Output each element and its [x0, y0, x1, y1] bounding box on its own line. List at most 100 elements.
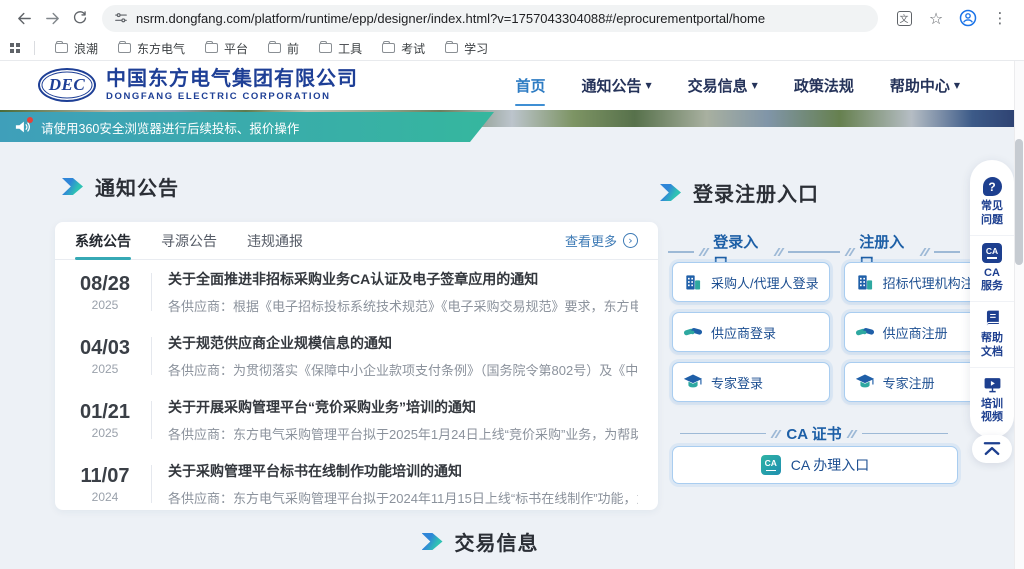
folder-icon [118, 43, 131, 53]
speaker-icon [14, 119, 32, 135]
notice-date: 11/072024 [67, 464, 143, 504]
section-title: 登录注册入口 [693, 178, 819, 207]
nav-notices[interactable]: 通知公告▼ [581, 71, 651, 100]
nav-trade-info[interactable]: 交易信息▼ [688, 71, 758, 100]
company-name-cn: 中国东方电气集团有限公司 [106, 68, 358, 91]
notices-card: 系统公告 寻源公告 违规通报 查看更多 › 08/282025 关于全面推进非招… [55, 222, 658, 510]
building-icon [855, 272, 875, 292]
chevron-down-icon: ▼ [752, 81, 758, 90]
url-text[interactable]: nsrm.dongfang.com/platform/runtime/epp/d… [136, 11, 765, 26]
notice-date: 04/032025 [67, 336, 143, 376]
graduation-cap-icon [683, 372, 703, 392]
folder-icon [319, 43, 332, 53]
notice-title[interactable]: 关于全面推进非招标采购业务CA认证及电子签章应用的通知 [168, 269, 638, 289]
list-item[interactable]: 04/032025 关于规范供应商企业规模信息的通知 各供应商：为贯彻落实《保障… [55, 324, 658, 388]
browser-menu-icon[interactable]: ⋮ [986, 4, 1014, 32]
ca-service-item[interactable]: CA CA 服务 [970, 235, 1014, 302]
chevron-down-icon: ▼ [645, 81, 651, 90]
folder-icon [445, 43, 458, 53]
back-to-top-button[interactable] [972, 435, 1012, 463]
section-arrow-icon [422, 533, 443, 550]
graduation-cap-icon [855, 372, 875, 392]
apps-grid-icon[interactable] [10, 43, 20, 53]
training-video-item[interactable]: 培训视频 [970, 367, 1014, 433]
bookmark-folder[interactable]: 东方电气 [118, 40, 185, 57]
ca-apply-button[interactable]: CA CA 办理入口 [672, 446, 958, 484]
main-nav: 首页 通知公告▼ 交易信息▼ 政策法规 帮助中心▼ [515, 61, 960, 110]
login-section-heading: 登录注册入口 [660, 178, 819, 207]
supplier-login-button[interactable]: 供应商登录 [672, 312, 830, 352]
notices-section-heading: 通知公告 [62, 172, 179, 201]
list-item[interactable]: 11/072024 关于采购管理平台标书在线制作功能培训的通知 各供应商：东方电… [55, 452, 658, 516]
section-arrow-icon [660, 184, 681, 201]
notice-title[interactable]: 关于开展采购管理平台“竞价采购业务”培训的通知 [168, 397, 638, 417]
divider [151, 337, 152, 375]
reload-icon[interactable] [66, 4, 94, 32]
buyer-agent-login-button[interactable]: 采购人/代理人登录 [672, 262, 830, 302]
notices-tabs-row: 系统公告 寻源公告 违规通报 查看更多 › [55, 222, 658, 260]
bookmark-folder[interactable]: 平台 [205, 40, 248, 57]
notice-title[interactable]: 关于规范供应商企业规模信息的通知 [168, 333, 638, 353]
divider [34, 41, 35, 55]
training-video-icon [983, 375, 1002, 394]
tab-system-notices[interactable]: 系统公告 [75, 222, 131, 260]
view-more-link[interactable]: 查看更多 › [565, 231, 638, 250]
section-title: 交易信息 [455, 527, 539, 556]
ca-icon: CA [982, 243, 1002, 263]
divider [151, 465, 152, 503]
chevron-down-icon: ▼ [954, 81, 960, 90]
bookmark-folder[interactable]: 工具 [319, 40, 362, 57]
list-item[interactable]: 08/282025 关于全面推进非招标采购业务CA认证及电子签章应用的通知 各供… [55, 260, 658, 324]
bookmark-folder[interactable]: 前 [268, 40, 299, 57]
browser-window: nsrm.dongfang.com/platform/runtime/epp/d… [0, 0, 1024, 569]
company-logo[interactable]: DEC 中国东方电气集团有限公司 DONGFANG ELECTRIC CORPO… [38, 68, 358, 102]
tab-violation-reports[interactable]: 违规通报 [247, 222, 303, 260]
faq-item[interactable]: ? 常见问题 [970, 170, 1014, 235]
section-title: 通知公告 [95, 172, 179, 201]
scrollbar[interactable] [1014, 61, 1024, 569]
browser-toolbar: nsrm.dongfang.com/platform/runtime/epp/d… [0, 0, 1024, 36]
folder-icon [382, 43, 395, 53]
nav-policies[interactable]: 政策法规 [794, 71, 854, 100]
entry-buttons-grid: 采购人/代理人登录 招标代理机构注册 供应商登录 供应商注册 专家登录 专家注册 [672, 262, 958, 402]
folder-icon [55, 43, 68, 53]
handshake-icon [683, 322, 703, 342]
translate-icon[interactable]: 文 [890, 4, 918, 32]
ca-icon: CA [761, 455, 781, 475]
nav-help-center[interactable]: 帮助中心▼ [890, 71, 960, 100]
folder-icon [205, 43, 218, 53]
building-icon [683, 272, 703, 292]
forward-icon[interactable] [38, 4, 66, 32]
site-header: DEC 中国东方电气集团有限公司 DONGFANG ELECTRIC CORPO… [0, 61, 1024, 110]
expert-login-button[interactable]: 专家登录 [672, 362, 830, 402]
quick-sidebar: ? 常见问题 CA CA 服务 帮助文档 培训视频 [970, 160, 1014, 438]
bookmarks-bar: 浪潮 东方电气 平台 前 工具 考试 学习 [0, 36, 1024, 61]
company-name-en: DONGFANG ELECTRIC CORPORATION [106, 91, 358, 102]
page-body: 通知公告 系统公告 寻源公告 违规通报 查看更多 › 08/282025 [0, 127, 1024, 569]
bookmark-folder[interactable]: 学习 [445, 40, 488, 57]
trade-section-heading: 交易信息 [0, 527, 960, 556]
notice-summary: 各供应商：为贯彻落实《保障中小企业款项支付条例》（国务院令第802号）及《中小企… [168, 360, 638, 379]
help-doc-item[interactable]: 帮助文档 [970, 301, 1014, 367]
notice-title[interactable]: 关于采购管理平台标书在线制作功能培训的通知 [168, 461, 638, 481]
ca-cert-header: CA 证书 [668, 423, 960, 444]
ribbon-text: 请使用360安全浏览器进行后续投标、报价操作 [41, 118, 299, 137]
bookmark-folder[interactable]: 浪潮 [55, 40, 98, 57]
scrollbar-thumb[interactable] [1015, 139, 1023, 265]
browser-notice-ribbon: 请使用360安全浏览器进行后续投标、报价操作 [0, 112, 494, 142]
chevron-right-icon: › [623, 233, 638, 248]
dec-logo-icon: DEC [38, 68, 96, 102]
profile-avatar-icon[interactable] [954, 4, 982, 32]
bookmark-star-icon[interactable]: ☆ [922, 4, 950, 32]
notice-summary: 各供应商：东方电气采购管理平台拟于2024年11月15日上线“标书在线制作”功能… [168, 488, 638, 507]
tab-sourcing-notices[interactable]: 寻源公告 [161, 222, 217, 260]
address-bar[interactable]: nsrm.dongfang.com/platform/runtime/epp/d… [102, 5, 878, 32]
notification-dot [27, 117, 33, 123]
list-item[interactable]: 01/212025 关于开展采购管理平台“竞价采购业务”培训的通知 各供应商：东… [55, 388, 658, 452]
nav-home[interactable]: 首页 [515, 71, 545, 100]
bookmark-folder[interactable]: 考试 [382, 40, 425, 57]
arrow-up-to-top-icon [982, 441, 1002, 457]
back-icon[interactable] [10, 4, 38, 32]
site-settings-icon[interactable] [114, 11, 128, 25]
help-doc-icon [983, 309, 1002, 328]
